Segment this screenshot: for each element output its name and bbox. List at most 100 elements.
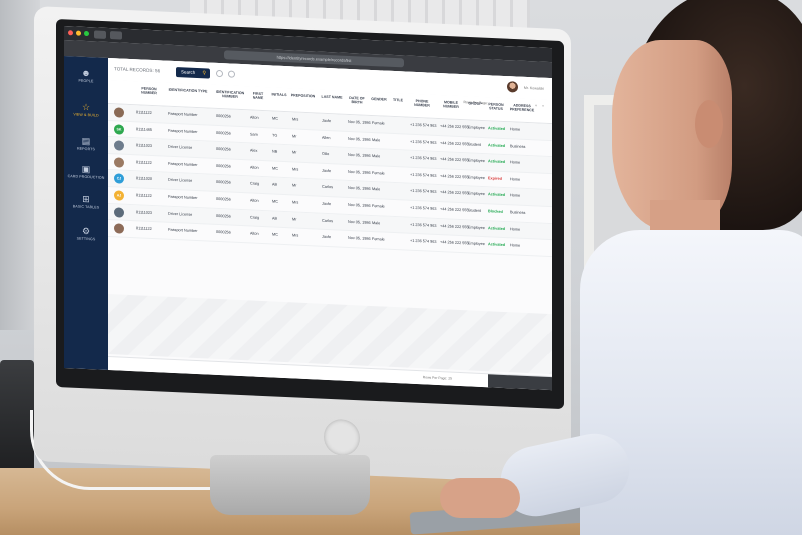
settings-icon[interactable] <box>228 70 235 78</box>
sidebar-item-settings[interactable]: ⚙ SETTINGS <box>64 224 108 256</box>
cell-last: Jaxfe <box>322 168 332 173</box>
cell-first: Alton <box>250 231 259 237</box>
cell-last: Carlos <box>322 185 333 190</box>
cell-idnum: 0000256 <box>216 230 231 235</box>
cell-num: 81111020 <box>136 176 153 182</box>
cell-mobile: +44 256 222 555 <box>440 190 469 196</box>
column-header[interactable]: GENDER <box>370 97 388 102</box>
column-header[interactable]: PHONE NUMBER <box>408 99 436 109</box>
back-button[interactable] <box>94 30 106 39</box>
sidebar-item-label: VIEW & BUILD <box>73 112 99 118</box>
cell-first: Alex <box>250 148 258 153</box>
sidebar-item-view-build[interactable]: ☆ VIEW & BUILD <box>64 100 108 132</box>
cell-init: MC <box>272 232 278 237</box>
sidebar-item-people[interactable]: ☻ PEOPLE <box>64 66 108 98</box>
close-dot[interactable] <box>68 30 73 36</box>
column-header[interactable]: ADDRESS PREFERENCE <box>508 103 536 113</box>
cell-idtype: Passport Number <box>168 111 198 118</box>
column-header[interactable]: FIRST NAME <box>248 91 268 101</box>
cell-last: Jaxfe <box>322 118 332 124</box>
cell-prep: Mr <box>292 150 297 155</box>
column-header[interactable]: TITLE <box>390 98 406 103</box>
column-header[interactable]: IDENTIFICATION NUMBER <box>214 90 246 100</box>
column-header[interactable]: PREPOSITION <box>290 93 316 98</box>
tab-button[interactable] <box>110 31 122 40</box>
cell-idtype: Passport Number <box>168 161 198 167</box>
column-header[interactable]: DATE OF BIRTH <box>346 96 368 105</box>
office-scene: https://identityrecords.example/records/… <box>0 0 802 535</box>
column-header[interactable]: LAST NAME <box>320 95 344 100</box>
window-controls[interactable] <box>68 30 89 37</box>
cell-idnum: 0000256 <box>216 147 231 152</box>
add-icon[interactable] <box>216 69 223 78</box>
cell-mobile: +44 256 222 555 <box>440 207 469 213</box>
cell-status: Blocked <box>488 209 503 214</box>
avatar: CJ <box>114 173 124 185</box>
cell-addr: Home <box>510 177 521 182</box>
cell-status: Activated <box>488 126 506 132</box>
cell-group: Employee <box>468 241 485 247</box>
cell-gender: Male <box>372 220 381 225</box>
cell-phone: +1 236 574 963 <box>410 122 437 128</box>
cell-first: Alton <box>250 115 259 120</box>
column-header[interactable]: INITIALS <box>270 92 288 97</box>
column-header[interactable]: MOBILE NUMBER <box>438 100 464 110</box>
cell-phone: +1 236 574 963 <box>410 238 437 245</box>
cell-addr: Business <box>510 210 526 215</box>
cell-group: Employee <box>468 158 485 164</box>
cell-dob: Nov 05, 1986 <box>348 119 371 125</box>
cell-mobile: +44 256 222 555 <box>440 157 469 163</box>
cell-mobile: +44 256 222 555 <box>440 240 469 246</box>
cell-idnum: 0000256 <box>216 196 231 202</box>
avatar[interactable] <box>507 81 518 93</box>
cell-idnum: 0000256 <box>216 213 231 219</box>
cell-first: Sam <box>250 132 258 137</box>
cell-group: Student <box>468 208 482 213</box>
cell-idnum: 0000256 <box>216 113 231 119</box>
cell-init: AB <box>272 216 278 221</box>
cell-dob: Nov 05, 1986 <box>348 236 371 242</box>
hand <box>440 478 520 518</box>
column-header[interactable]: PERSON NUMBER <box>134 86 164 96</box>
column-header[interactable]: GROUP <box>466 101 484 106</box>
cell-group: Employee <box>468 175 485 180</box>
cell-last: Otto <box>322 151 330 157</box>
cell-num: 81111122 <box>136 226 152 232</box>
cell-mobile: +44 256 222 555 <box>440 140 469 146</box>
cell-first: Alton <box>250 198 259 203</box>
cell-num: 81111122 <box>136 193 152 198</box>
cell-idtype: Passport Number <box>168 194 198 201</box>
sidebar-item-card-production[interactable]: ▣ CARD PRODUCTION <box>64 162 108 194</box>
minimize-dot[interactable] <box>76 30 81 36</box>
avatar <box>114 157 124 168</box>
cell-status: Activated <box>488 142 506 148</box>
cell-idnum: 0000256 <box>216 130 231 136</box>
search-icon: ⚲ <box>202 70 206 77</box>
footer-rpp-label: Rows Per Page: <box>422 375 448 381</box>
sidebar-item-label: REPORTS <box>76 146 95 152</box>
maximize-dot[interactable] <box>84 30 89 37</box>
sidebar-item-basic-tables[interactable]: ⊞ BASIC TABLES <box>64 192 108 224</box>
cell-group: Employee <box>468 191 485 197</box>
search-button[interactable]: Search ⚲ <box>176 67 210 79</box>
sidebar-item-label: CARD PRODUCTION <box>67 174 105 180</box>
cell-group: Student <box>468 141 482 147</box>
cell-num: 81111465 <box>136 126 153 132</box>
sidebar-item-reports[interactable]: ▤ REPORTS <box>64 134 108 166</box>
column-header[interactable]: IDENTIFICATION TYPE <box>166 88 210 94</box>
cell-mobile: +44 256 222 555 <box>440 124 469 130</box>
cell-prep: Mr <box>292 133 297 139</box>
cell-prep: Mrs <box>292 233 299 238</box>
cell-dob: Nov 05, 1986 <box>348 169 371 175</box>
sidebar-item-label: PEOPLE <box>78 78 94 84</box>
footer-rpp-value[interactable]: 25 <box>448 376 452 380</box>
sidebar-item-label: BASIC TABLES <box>72 204 100 210</box>
avatar: SK <box>114 123 124 135</box>
column-header[interactable]: PERSON STATUS <box>486 102 506 111</box>
cell-mobile: +44 256 222 555 <box>440 173 469 180</box>
cell-first: Alton <box>250 165 259 170</box>
avatar <box>114 140 124 151</box>
cell-gender: Female <box>372 237 385 242</box>
total-records: TOTAL RECORDS: 56 <box>114 66 161 74</box>
cell-idtype: Passport Number <box>168 227 198 234</box>
